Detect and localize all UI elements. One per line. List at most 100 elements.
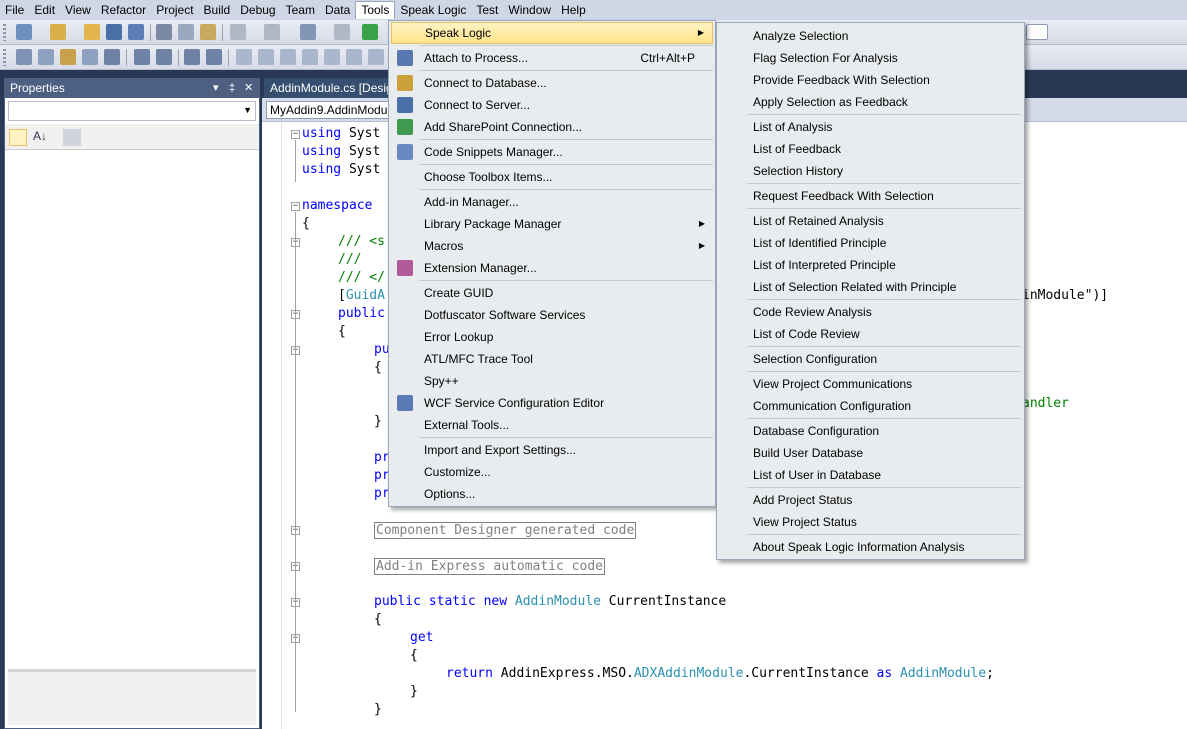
menu-item-choose-toolbox-items[interactable]: Choose Toolbox Items... xyxy=(391,166,713,188)
menu-window[interactable]: Window xyxy=(503,1,556,19)
collapse-icon[interactable]: − xyxy=(291,202,300,211)
menu-item-import-and-export-settings[interactable]: Import and Export Settings... xyxy=(391,439,713,461)
object-selector-combo[interactable]: ▼ xyxy=(8,101,256,121)
menu-refactor[interactable]: Refactor xyxy=(96,1,151,19)
undo-icon[interactable] xyxy=(230,24,246,40)
menu-item-extension-manager[interactable]: Extension Manager... xyxy=(391,257,713,279)
start-debugging-icon[interactable] xyxy=(362,24,378,40)
submenu-item-list-of-selection-related-with-principle[interactable]: List of Selection Related with Principle xyxy=(719,276,1022,298)
categorized-icon[interactable] xyxy=(9,129,27,146)
submenu-item-provide-feedback-with-selection[interactable]: Provide Feedback With Selection xyxy=(719,69,1022,91)
menu-item-code-snippets-manager[interactable]: Code Snippets Manager... xyxy=(391,141,713,163)
menu-speak-logic[interactable]: Speak Logic xyxy=(395,1,471,19)
collapsed-region[interactable]: Add-in Express automatic code xyxy=(374,558,605,576)
menu-build[interactable]: Build xyxy=(199,1,236,19)
submenu-item-request-feedback-with-selection[interactable]: Request Feedback With Selection xyxy=(719,185,1022,207)
submenu-item-list-of-retained-analysis[interactable]: List of Retained Analysis xyxy=(719,210,1022,232)
property-pages-icon[interactable] xyxy=(63,129,81,146)
toolbar-grip[interactable] xyxy=(3,24,6,41)
make-same-height-icon[interactable] xyxy=(156,49,172,65)
submenu-item-selection-configuration[interactable]: Selection Configuration xyxy=(719,348,1022,370)
submenu-item-database-configuration[interactable]: Database Configuration xyxy=(719,420,1022,442)
open-file-icon[interactable] xyxy=(84,24,100,40)
submenu-item-list-of-interpreted-principle[interactable]: List of Interpreted Principle xyxy=(719,254,1022,276)
submenu-item-list-of-analysis[interactable]: List of Analysis xyxy=(719,116,1022,138)
menu-help[interactable]: Help xyxy=(556,1,591,19)
new-project-icon[interactable] xyxy=(16,24,32,40)
window-position-icon[interactable]: ▾ xyxy=(213,79,219,98)
align-to-grid-icon[interactable] xyxy=(16,49,32,65)
menu-file[interactable]: File xyxy=(0,1,29,19)
find-combo-icon[interactable] xyxy=(1026,24,1048,40)
cut-icon[interactable] xyxy=(156,24,172,40)
pin-icon[interactable]: ‡ xyxy=(229,79,235,98)
menu-item-atl-mfc-trace-tool[interactable]: ATL/MFC Trace Tool xyxy=(391,348,713,370)
paste-icon[interactable] xyxy=(200,24,216,40)
tab-order-icon[interactable] xyxy=(280,49,296,65)
menu-item-attach-to-process[interactable]: Attach to Process... Ctrl+Alt+P xyxy=(391,47,713,69)
submenu-item-about-speak-logic-information-analysis[interactable]: About Speak Logic Information Analysis xyxy=(719,536,1022,558)
submenu-item-list-of-feedback[interactable]: List of Feedback xyxy=(719,138,1022,160)
menu-item-error-lookup[interactable]: Error Lookup xyxy=(391,326,713,348)
copy-icon[interactable] xyxy=(178,24,194,40)
toolbar-grip[interactable] xyxy=(3,49,6,66)
menu-tools[interactable]: Tools xyxy=(355,1,396,19)
menu-item-macros[interactable]: Macros ▶ xyxy=(391,235,713,257)
type-navigator[interactable]: MyAddin9.AddinModule xyxy=(266,101,396,119)
menu-data[interactable]: Data xyxy=(320,1,355,19)
menu-item-connect-to-server[interactable]: Connect to Server... xyxy=(391,94,713,116)
vertical-spacing-icon[interactable] xyxy=(206,49,222,65)
send-to-back-icon[interactable] xyxy=(258,49,274,65)
menu-item-library-package-manager[interactable]: Library Package Manager ▶ xyxy=(391,213,713,235)
menu-item-options[interactable]: Options... xyxy=(391,483,713,505)
size-to-grid-icon[interactable] xyxy=(368,49,384,65)
close-icon[interactable]: ✕ xyxy=(244,79,253,98)
menu-item-add-in-manager[interactable]: Add-in Manager... xyxy=(391,191,713,213)
center-vertically-icon[interactable] xyxy=(346,49,362,65)
submenu-item-analyze-selection[interactable]: Analyze Selection xyxy=(719,25,1022,47)
submenu-item-communication-configuration[interactable]: Communication Configuration xyxy=(719,395,1022,417)
submenu-item-selection-history[interactable]: Selection History xyxy=(719,160,1022,182)
collapse-icon[interactable]: − xyxy=(291,130,300,139)
menu-item-wcf-service-configuration-editor[interactable]: WCF Service Configuration Editor xyxy=(391,392,713,414)
menu-item-connect-to-database[interactable]: Connect to Database... xyxy=(391,72,713,94)
submenu-item-list-of-code-review[interactable]: List of Code Review xyxy=(719,323,1022,345)
center-horizontally-icon[interactable] xyxy=(324,49,340,65)
submenu-item-code-review-analysis[interactable]: Code Review Analysis xyxy=(719,301,1022,323)
submenu-item-view-project-communications[interactable]: View Project Communications xyxy=(719,373,1022,395)
make-same-width-icon[interactable] xyxy=(134,49,150,65)
align-centers-icon[interactable] xyxy=(60,49,76,65)
submenu-item-flag-selection-for-analysis[interactable]: Flag Selection For Analysis xyxy=(719,47,1022,69)
menu-edit[interactable]: Edit xyxy=(29,1,60,19)
menu-item-add-sharepoint-connection[interactable]: Add SharePoint Connection... xyxy=(391,116,713,138)
submenu-item-list-of-identified-principle[interactable]: List of Identified Principle xyxy=(719,232,1022,254)
menu-item-speak-logic[interactable]: Speak Logic ▶ xyxy=(391,22,713,44)
menu-project[interactable]: Project xyxy=(151,1,198,19)
submenu-item-view-project-status[interactable]: View Project Status xyxy=(719,511,1022,533)
save-all-icon[interactable] xyxy=(128,24,144,40)
bring-to-front-icon[interactable] xyxy=(236,49,252,65)
menu-team[interactable]: Team xyxy=(281,1,320,19)
submenu-item-build-user-database[interactable]: Build User Database xyxy=(719,442,1022,464)
menu-item-external-tools[interactable]: External Tools... xyxy=(391,414,713,436)
menu-item-create-guid[interactable]: Create GUID xyxy=(391,282,713,304)
align-tops-icon[interactable] xyxy=(104,49,120,65)
add-item-icon[interactable] xyxy=(50,24,66,40)
submenu-item-add-project-status[interactable]: Add Project Status xyxy=(719,489,1022,511)
menu-test[interactable]: Test xyxy=(471,1,503,19)
alphabetical-icon[interactable]: A↓ xyxy=(33,129,51,146)
menu-debug[interactable]: Debug xyxy=(235,1,280,19)
horizontal-spacing-icon[interactable] xyxy=(184,49,200,65)
collapsed-region[interactable]: Component Designer generated code xyxy=(374,522,637,540)
lock-controls-icon[interactable] xyxy=(302,49,318,65)
menu-view[interactable]: View xyxy=(60,1,96,19)
menu-item-dotfuscator-software-services[interactable]: Dotfuscator Software Services xyxy=(391,304,713,326)
navigate-backward-icon[interactable] xyxy=(300,24,316,40)
submenu-item-apply-selection-as-feedback[interactable]: Apply Selection as Feedback xyxy=(719,91,1022,113)
submenu-item-list-of-user-in-database[interactable]: List of User in Database xyxy=(719,464,1022,486)
align-lefts-icon[interactable] xyxy=(38,49,54,65)
save-icon[interactable] xyxy=(106,24,122,40)
redo-icon[interactable] xyxy=(264,24,280,40)
navigate-forward-icon[interactable] xyxy=(334,24,350,40)
menu-item-spy[interactable]: Spy++ xyxy=(391,370,713,392)
